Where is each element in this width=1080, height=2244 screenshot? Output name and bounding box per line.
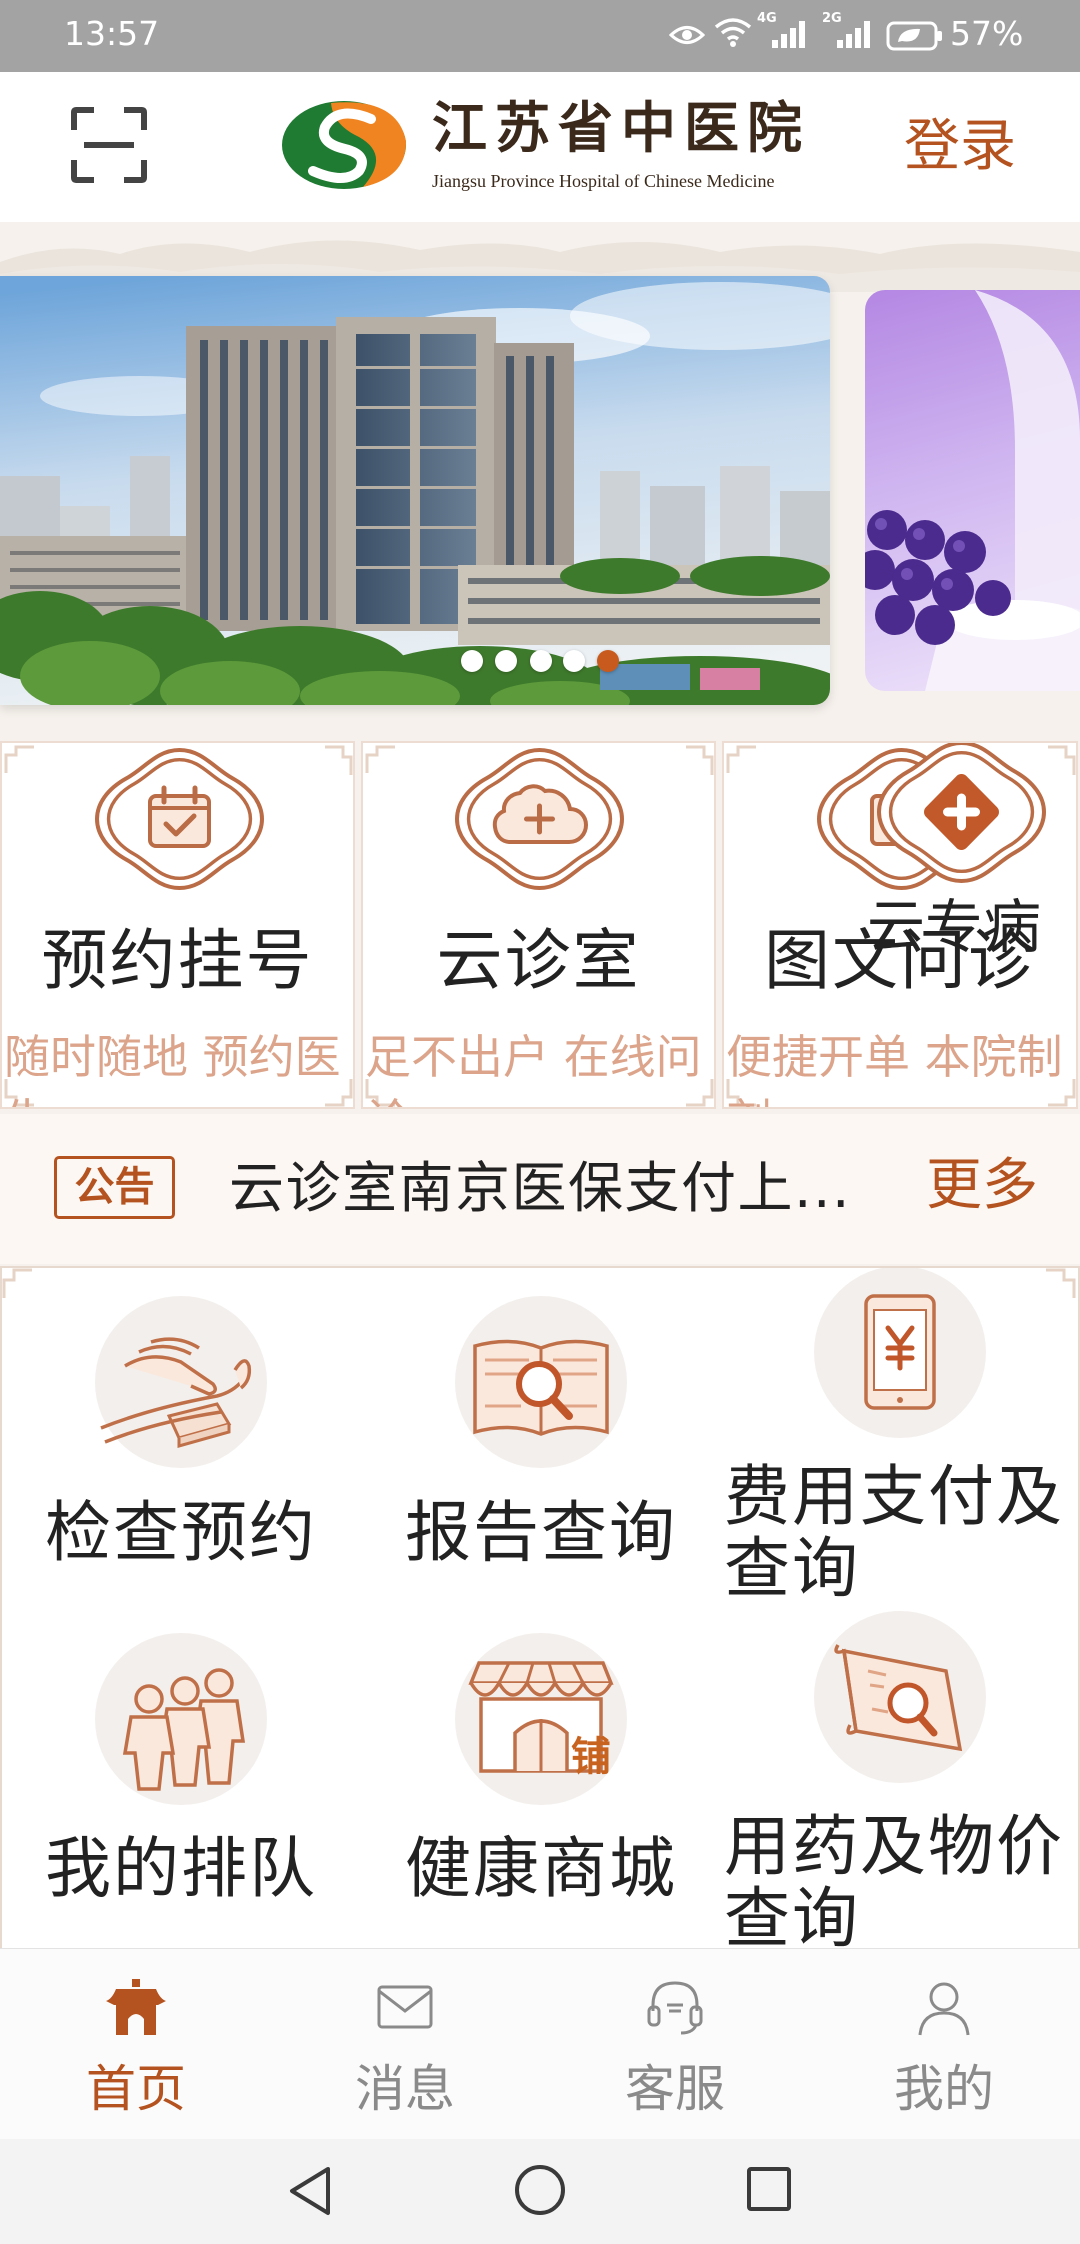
service-subtitle: 足不出户 在线问诊 <box>365 1030 702 1107</box>
mail-icon <box>377 1985 433 2029</box>
carousel-dot[interactable] <box>461 650 483 672</box>
status-time: 13:57 <box>64 14 160 53</box>
payment-phone-icon <box>814 1268 986 1438</box>
grapes-image <box>865 290 1080 691</box>
signal-icon <box>837 21 870 48</box>
hospital-logo-mark <box>282 101 407 189</box>
notice-bar[interactable]: 公告 云诊室南京医保支付上... 更多 <box>0 1114 1080 1264</box>
headset-icon <box>647 1981 703 2035</box>
service-subtitle: 便捷开单 本院制剂 <box>726 1030 1063 1107</box>
bottom-tab-bar: 首页 消息 客服 我的 <box>0 1948 1080 2139</box>
queue-people-icon <box>95 1633 267 1805</box>
tab-messages[interactable]: 消息 <box>270 1949 540 2140</box>
home-circle-icon[interactable] <box>513 2163 567 2217</box>
pulse-diagnosis-icon <box>95 1296 267 1468</box>
login-button[interactable]: 登录 <box>904 114 1016 180</box>
medical-cross-icon <box>876 743 1047 884</box>
tab-label: 首页 <box>86 2060 186 2118</box>
grid-label[interactable]: 健康商城 <box>371 1833 711 1905</box>
grid-item-medicine-price[interactable] <box>814 1611 986 1783</box>
tab-mine[interactable]: 我的 <box>809 1949 1079 2140</box>
service-card-appointment[interactable]: 预约挂号 随时随地 预约医生 <box>0 741 355 1109</box>
shop-icon: 铺 <box>455 1633 627 1805</box>
system-navigation-bar <box>0 2139 1080 2244</box>
grid-label[interactable]: 用药及物价查询 <box>724 1811 1074 1949</box>
grid-item-payment[interactable] <box>814 1268 986 1438</box>
report-search-icon <box>455 1296 627 1468</box>
status-bar: 13:57 4G 2G 57% <box>0 0 1080 72</box>
scan-icon[interactable] <box>70 106 148 184</box>
grid-item-exam-booking[interactable] <box>95 1296 267 1468</box>
hospital-building-image <box>0 276 830 705</box>
banner-slide-next[interactable] <box>865 290 1080 691</box>
grid-item-report-query[interactable] <box>455 1296 627 1468</box>
eye-icon <box>669 26 705 44</box>
carousel-dot[interactable] <box>563 650 585 672</box>
tab-label: 消息 <box>355 2060 455 2118</box>
logo-chinese-name: 江苏省中医院 <box>432 98 811 159</box>
service-title: 云诊室 <box>436 922 641 999</box>
calendar-check-icon <box>94 747 265 891</box>
wifi-icon <box>714 18 752 47</box>
tab-label: 我的 <box>894 2060 994 2118</box>
notice-more-link[interactable]: 更多 <box>926 1152 1038 1220</box>
back-icon[interactable] <box>284 2163 334 2219</box>
service-subtitle: 随时随地 预约医生 <box>4 1030 341 1107</box>
grid-label[interactable]: 费用支付及查询 <box>724 1461 1074 1605</box>
grid-label[interactable]: 报告查询 <box>371 1497 711 1569</box>
battery-percent: 57% <box>950 14 1024 53</box>
signal-icon <box>772 21 805 48</box>
tab-home[interactable]: 首页 <box>1 1949 271 2140</box>
user-icon <box>918 1982 970 2036</box>
banner-slide-hospital[interactable] <box>0 276 830 705</box>
service-card-text-consult[interactable]: 图文问诊 云专病 便捷开单 本院制剂 <box>722 741 1078 1109</box>
carousel-dot[interactable] <box>495 650 517 672</box>
carousel-dot[interactable] <box>597 650 619 672</box>
grid-label[interactable]: 检查预约 <box>11 1497 351 1569</box>
carousel-dot[interactable] <box>530 650 552 672</box>
grid-item-my-queue[interactable] <box>95 1633 267 1805</box>
grid-label[interactable]: 我的排队 <box>11 1833 351 1905</box>
home-pagoda-icon <box>106 1979 166 2035</box>
grid-item-health-mall[interactable]: 铺 <box>455 1633 627 1805</box>
recents-square-icon[interactable] <box>745 2165 793 2213</box>
logo-english-name: Jiangsu Province Hospital of Chinese Med… <box>432 171 775 191</box>
function-grid: 检查预约 报告查询 费用支付及查询 我的排队 铺 健康商城 用药及物价查询 <box>0 1266 1080 1948</box>
notice-text[interactable]: 云诊室南京医保支付上... <box>229 1154 901 1222</box>
shop-icon-label: 铺 <box>571 1734 611 1780</box>
tab-label: 客服 <box>625 2060 725 2118</box>
app-header: 江苏省中医院 Jiangsu Province Hospital of Chin… <box>0 72 1080 222</box>
battery-icon <box>886 21 942 51</box>
notice-tag: 公告 <box>54 1156 175 1219</box>
service-card-cloud-clinic[interactable]: 云诊室 足不出户 在线问诊 <box>361 741 716 1109</box>
cloud-specialty-label[interactable]: 云专病 <box>867 896 1041 958</box>
medicine-scroll-icon <box>814 1611 986 1783</box>
cloud-plus-icon <box>454 747 625 891</box>
tab-customer-service[interactable]: 客服 <box>540 1949 810 2140</box>
service-title: 预约挂号 <box>41 922 314 999</box>
